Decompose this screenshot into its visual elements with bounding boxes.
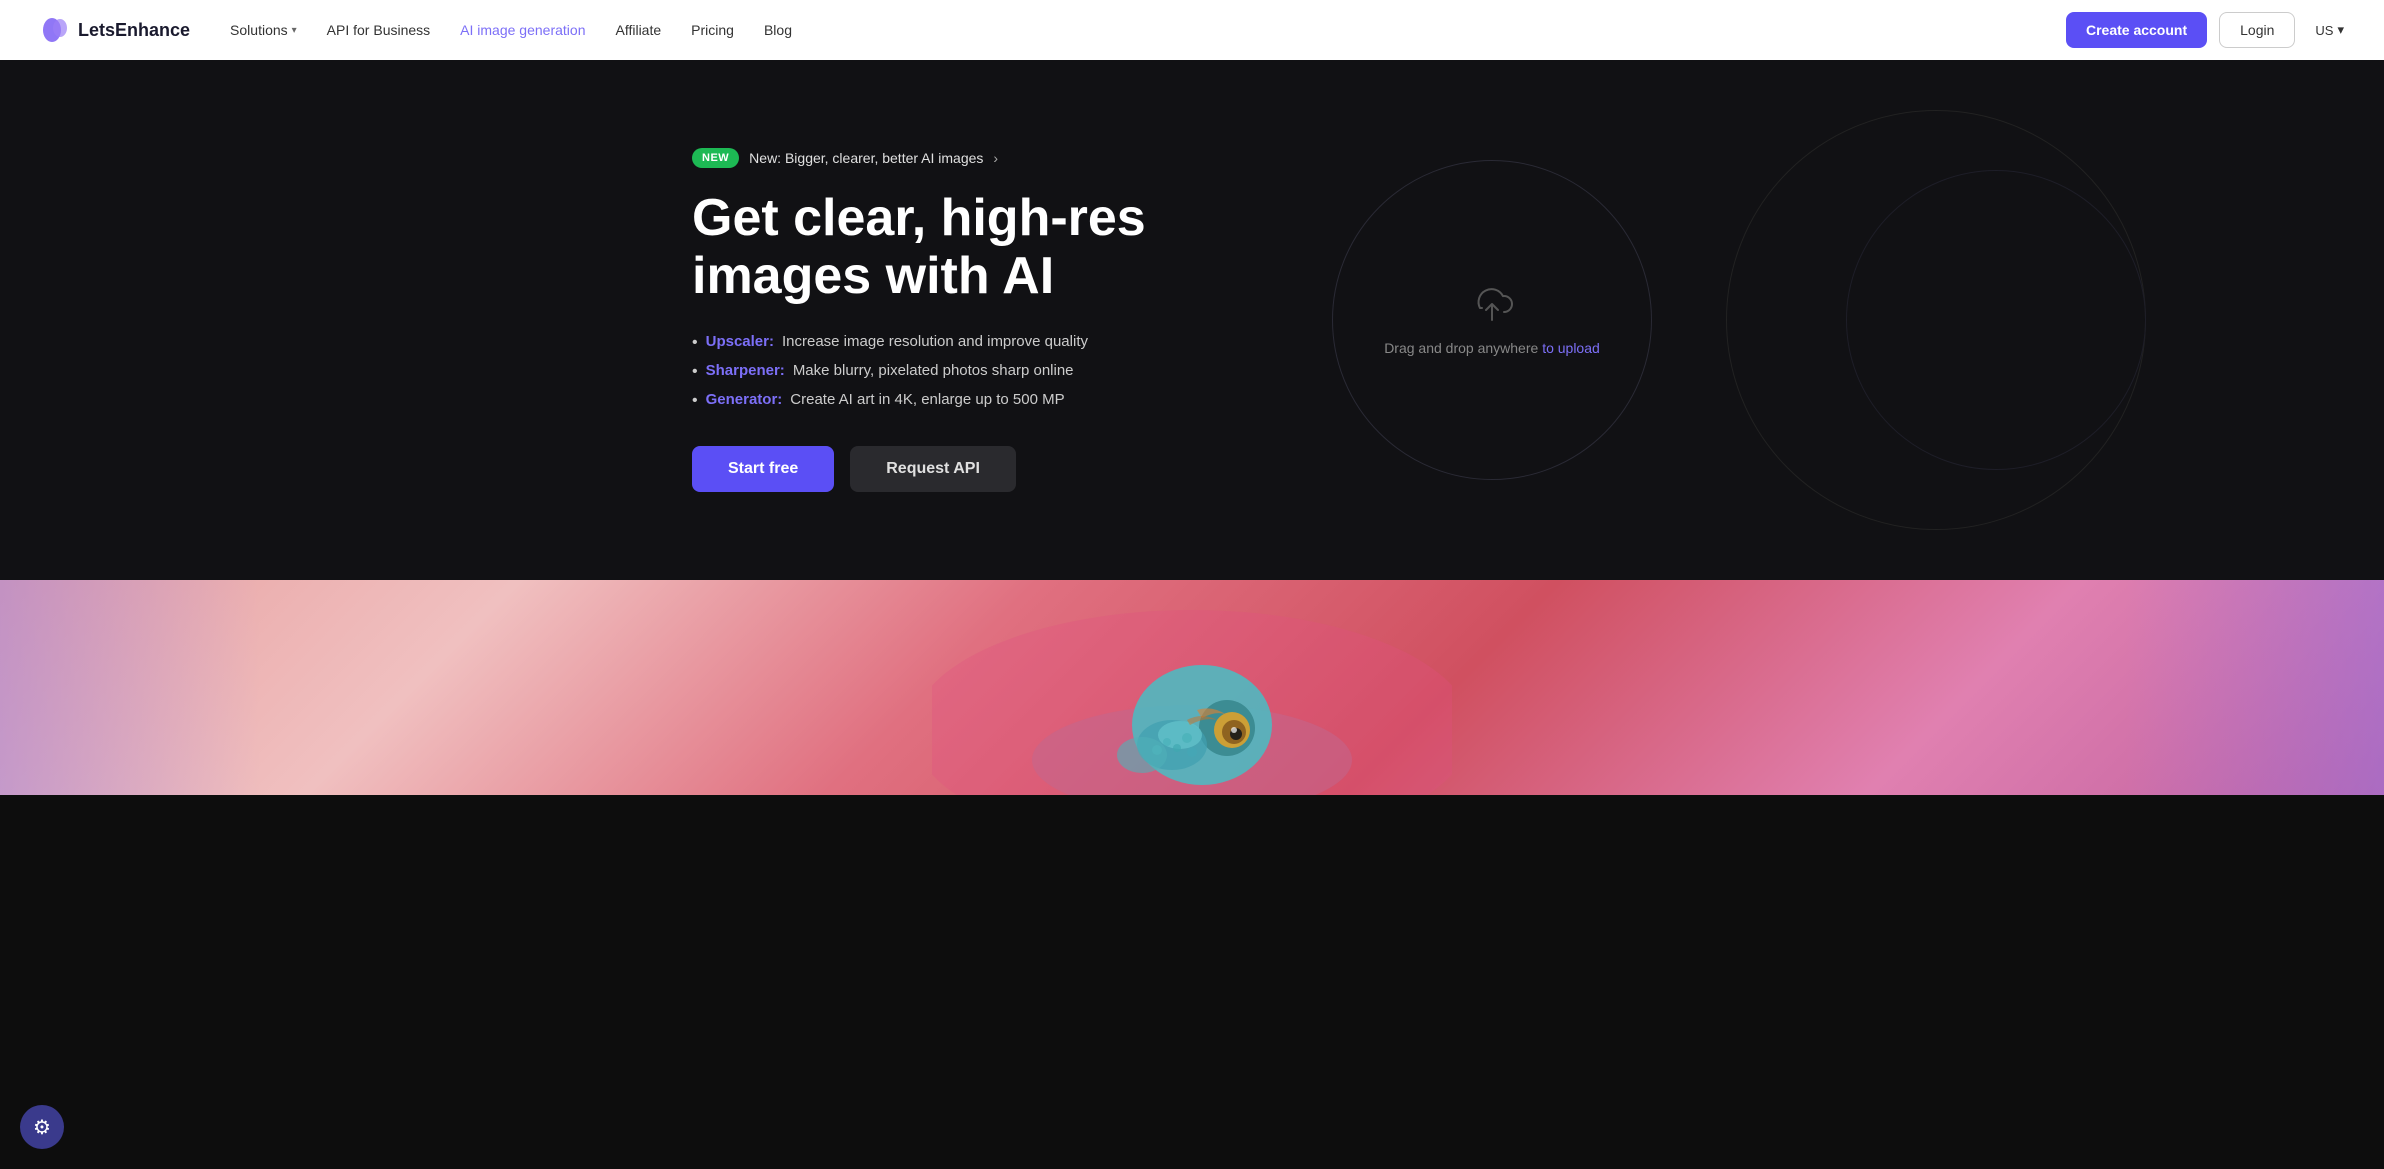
- hero-section: NEW New: Bigger, clearer, better AI imag…: [0, 60, 2384, 580]
- nav-pricing[interactable]: Pricing: [691, 22, 734, 38]
- nav-blog[interactable]: Blog: [764, 22, 792, 38]
- nav-pricing-label: Pricing: [691, 22, 734, 38]
- login-button[interactable]: Login: [2219, 12, 2295, 48]
- hero-features-list: Upscaler: Increase image resolution and …: [692, 333, 1242, 410]
- nav-ai-image[interactable]: AI image generation: [460, 22, 585, 38]
- start-free-button[interactable]: Start free: [692, 446, 834, 492]
- logo-text: LetsEnhance: [78, 20, 190, 41]
- upload-cloud-icon: [1468, 284, 1516, 324]
- left-overlay: [0, 580, 260, 795]
- nav-ai-image-label: AI image generation: [460, 22, 585, 38]
- image-background: [0, 580, 2384, 795]
- nav-affiliate[interactable]: Affiliate: [615, 22, 661, 38]
- chevron-right-icon: ›: [993, 150, 998, 166]
- feature-generator-label: Generator:: [706, 391, 783, 408]
- feature-generator: Generator: Create AI art in 4K, enlarge …: [692, 391, 1242, 410]
- nav-solutions[interactable]: Solutions ▾: [230, 22, 297, 38]
- feature-upscaler-label: Upscaler:: [706, 333, 774, 350]
- image-display-area: [0, 580, 2384, 795]
- nav-blog-label: Blog: [764, 22, 792, 38]
- navbar: LetsEnhance Solutions ▾ API for Business…: [0, 0, 2384, 60]
- decorative-circle-inner: [1846, 170, 2146, 470]
- feature-generator-text: Create AI art in 4K, enlarge up to 500 M…: [790, 391, 1064, 408]
- hero-buttons: Start free Request API: [692, 446, 1242, 492]
- feature-sharpener-label: Sharpener:: [706, 362, 785, 379]
- create-account-button[interactable]: Create account: [2066, 12, 2207, 48]
- upload-link[interactable]: to upload: [1542, 340, 1600, 356]
- feature-upscaler-text: Increase image resolution and improve qu…: [782, 333, 1088, 350]
- feature-upscaler: Upscaler: Increase image resolution and …: [692, 333, 1242, 352]
- nav-solutions-label: Solutions: [230, 22, 288, 38]
- nav-api[interactable]: API for Business: [327, 22, 431, 38]
- logo-icon: [40, 15, 70, 45]
- language-selector[interactable]: US ▾: [2315, 22, 2344, 38]
- right-overlay: [2124, 580, 2384, 795]
- feature-sharpener: Sharpener: Make blurry, pixelated photos…: [692, 362, 1242, 381]
- upload-dropzone[interactable]: Drag and drop anywhere to upload: [1332, 160, 1652, 480]
- logo-link[interactable]: LetsEnhance: [40, 15, 190, 45]
- new-badge-text: New: Bigger, clearer, better AI images: [749, 150, 983, 166]
- feature-sharpener-text: Make blurry, pixelated photos sharp onli…: [793, 362, 1074, 379]
- navbar-nav: Solutions ▾ API for Business AI image ge…: [230, 22, 2066, 38]
- new-badge-row: NEW New: Bigger, clearer, better AI imag…: [692, 148, 1242, 168]
- chat-widget-button[interactable]: ⚙: [20, 1105, 64, 1149]
- lang-label: US: [2315, 23, 2333, 38]
- nav-api-label: API for Business: [327, 22, 431, 38]
- nav-affiliate-label: Affiliate: [615, 22, 661, 38]
- chevron-down-icon: ▾: [292, 25, 297, 36]
- hero-inner: NEW New: Bigger, clearer, better AI imag…: [552, 148, 1832, 491]
- hero-right: Drag and drop anywhere to upload: [1292, 160, 1692, 480]
- bottom-image-section: [0, 580, 2384, 795]
- navbar-actions: Create account Login US ▾: [2066, 12, 2344, 48]
- chat-icon: ⚙: [33, 1115, 51, 1140]
- lang-chevron-icon: ▾: [2337, 22, 2344, 38]
- chameleon-illustration: [932, 580, 1452, 795]
- hero-title: Get clear, high-res images with AI: [692, 190, 1242, 304]
- upload-text: Drag and drop anywhere to upload: [1384, 340, 1600, 356]
- request-api-button[interactable]: Request API: [850, 446, 1016, 492]
- hero-left: NEW New: Bigger, clearer, better AI imag…: [692, 148, 1242, 491]
- new-badge: NEW: [692, 148, 739, 168]
